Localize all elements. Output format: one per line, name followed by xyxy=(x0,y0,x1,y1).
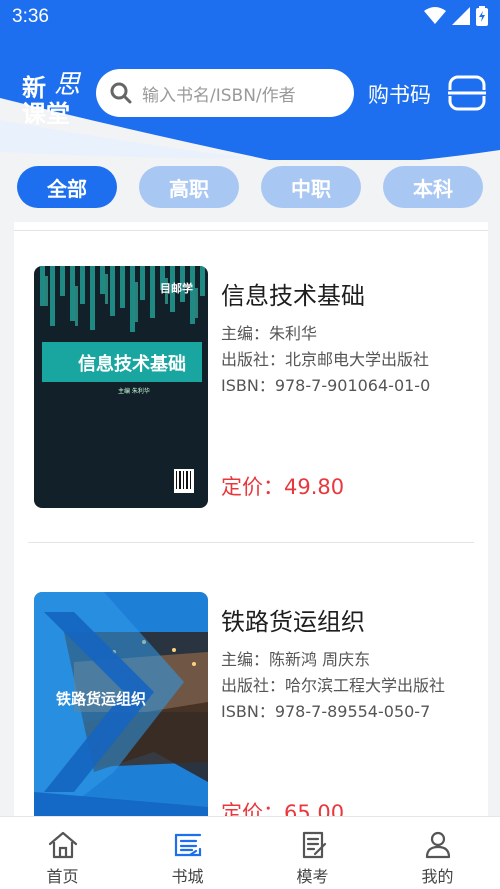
book-isbn: ISBN：978-7-901064-01-0 xyxy=(221,376,431,395)
nav-home-label: 首页 xyxy=(46,867,79,886)
buy-code-button[interactable]: 购书码 xyxy=(368,79,431,109)
nav-exam[interactable]: 模考 xyxy=(250,817,375,889)
book-cover-editor: 主编 朱利华 xyxy=(118,388,150,395)
home-icon xyxy=(48,831,77,859)
bottom-nav: 首页 书城 模考 我的 xyxy=(0,816,500,889)
status-time: 3:36 xyxy=(12,6,49,27)
nav-profile[interactable]: 我的 xyxy=(375,817,500,889)
tab-all[interactable]: 全部 xyxy=(17,166,117,208)
list-divider xyxy=(28,542,474,543)
cell-signal-icon xyxy=(452,7,470,25)
nav-home[interactable]: 首页 xyxy=(0,817,125,889)
tab-secondary-vocational[interactable]: 中职 xyxy=(261,166,361,208)
bookstore-icon xyxy=(174,833,201,857)
header: 3:36 新 思 课堂 输入书名/ISBN/作者 购书码 xyxy=(0,0,500,160)
search-input[interactable]: 输入书名/ISBN/作者 xyxy=(96,69,354,117)
book-editor: 主编：朱利华 xyxy=(221,324,318,343)
search-placeholder: 输入书名/ISBN/作者 xyxy=(142,86,296,106)
book-title: 信息技术基础 xyxy=(221,282,365,310)
book-info: 信息技术基础 主编：朱利华 出版社：北京邮电大学出版社 ISBN：978-7-9… xyxy=(221,276,430,399)
tab-higher-vocational[interactable]: 高职 xyxy=(139,166,239,208)
nav-bookstore-label: 书城 xyxy=(171,867,204,886)
profile-icon xyxy=(425,831,450,859)
book-info: 铁路货运组织 主编：陈新鸿 周庆东 出版社：哈尔滨工程大学出版社 ISBN：97… xyxy=(221,602,445,725)
nav-bookstore[interactable]: 书城 xyxy=(125,817,250,889)
book-publisher: 出版社：北京邮电大学出版社 xyxy=(221,350,430,369)
book-price: 定价：65.00 xyxy=(221,801,345,816)
book-editor: 主编：陈新鸿 周庆东 xyxy=(221,650,371,669)
book-title: 铁路货运组织 xyxy=(221,608,365,636)
book-price: 定价：49.80 xyxy=(221,475,345,499)
tab-undergraduate[interactable]: 本科 xyxy=(383,166,483,208)
book-cover-title: 铁路货运组织 xyxy=(56,690,147,708)
app-logo: 新 思 课堂 xyxy=(22,70,81,128)
book-list: 目邮学 信息技术基础 主编 朱利华 信息技术基础 主编：朱利华 出版社：北京邮电… xyxy=(14,222,488,816)
nav-profile-label: 我的 xyxy=(421,867,454,886)
nav-exam-label: 模考 xyxy=(296,867,329,886)
category-tabs: 全部 高职 中职 本科 xyxy=(0,166,500,210)
book-item[interactable]: 目邮学 信息技术基础 主编 朱利华 信息技术基础 主编：朱利华 出版社：北京邮电… xyxy=(14,222,488,522)
book-cover[interactable]: 目邮学 信息技术基础 主编 朱利华 xyxy=(34,266,208,508)
status-icons xyxy=(424,6,488,26)
book-cover-title: 信息技术基础 xyxy=(78,354,186,375)
status-bar: 3:36 xyxy=(0,0,500,34)
wifi-icon xyxy=(424,7,446,24)
book-cover-badge: 目邮学 xyxy=(160,282,193,295)
book-publisher: 出版社：哈尔滨工程大学出版社 xyxy=(221,676,446,695)
exam-icon xyxy=(302,831,326,859)
battery-icon xyxy=(476,6,488,26)
book-isbn: ISBN：978-7-89554-050-7 xyxy=(221,702,431,721)
book-item[interactable]: 铁路货运组织 铁路货运组织 主编：陈新鸿 周庆东 出版社：哈尔滨工程大学出版社 … xyxy=(14,548,488,816)
book-cover[interactable]: 铁路货运组织 xyxy=(34,592,208,816)
search-icon xyxy=(110,82,132,104)
scan-icon[interactable] xyxy=(448,74,486,112)
